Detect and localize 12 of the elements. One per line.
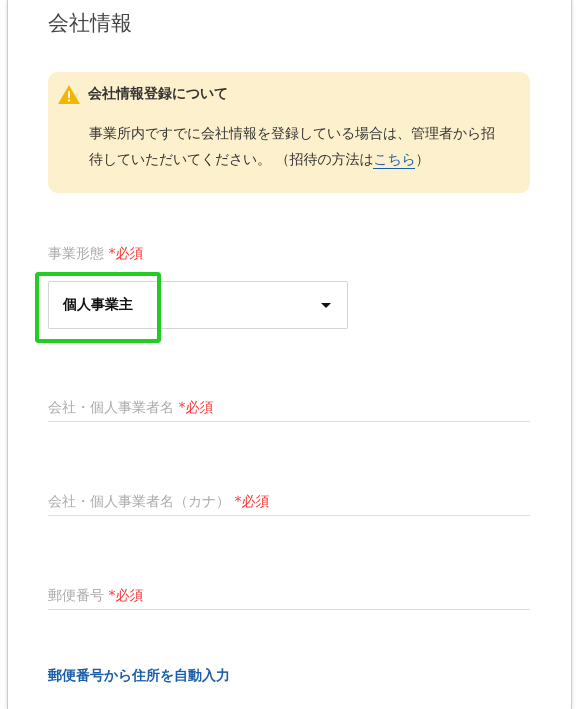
business-type-select[interactable]: 個人事業主 xyxy=(48,281,348,329)
notice-text: 事業所内ですでに会社情報を登録している場合は、管理者から招待していただいてください。 （招待の方法はこちら） xyxy=(89,125,496,171)
input-field[interactable]: 会社・個人事業者名（カナ） *必須 xyxy=(48,489,530,516)
input-field[interactable]: 会社・個人事業者名 *必須 xyxy=(48,395,530,422)
caret-icon xyxy=(321,302,331,308)
autofill-link[interactable]: 郵便番号から住所を自動入力 xyxy=(48,666,230,687)
field-label: 事業形態 *必須 xyxy=(48,246,144,262)
invite-link[interactable]: こちら xyxy=(373,152,416,169)
page-title: 会社情報 xyxy=(48,10,133,37)
notice-title: 会社情報登録について xyxy=(88,85,228,104)
warning-icon xyxy=(58,85,80,104)
input-field[interactable]: 郵便番号 *必須 xyxy=(48,583,530,610)
